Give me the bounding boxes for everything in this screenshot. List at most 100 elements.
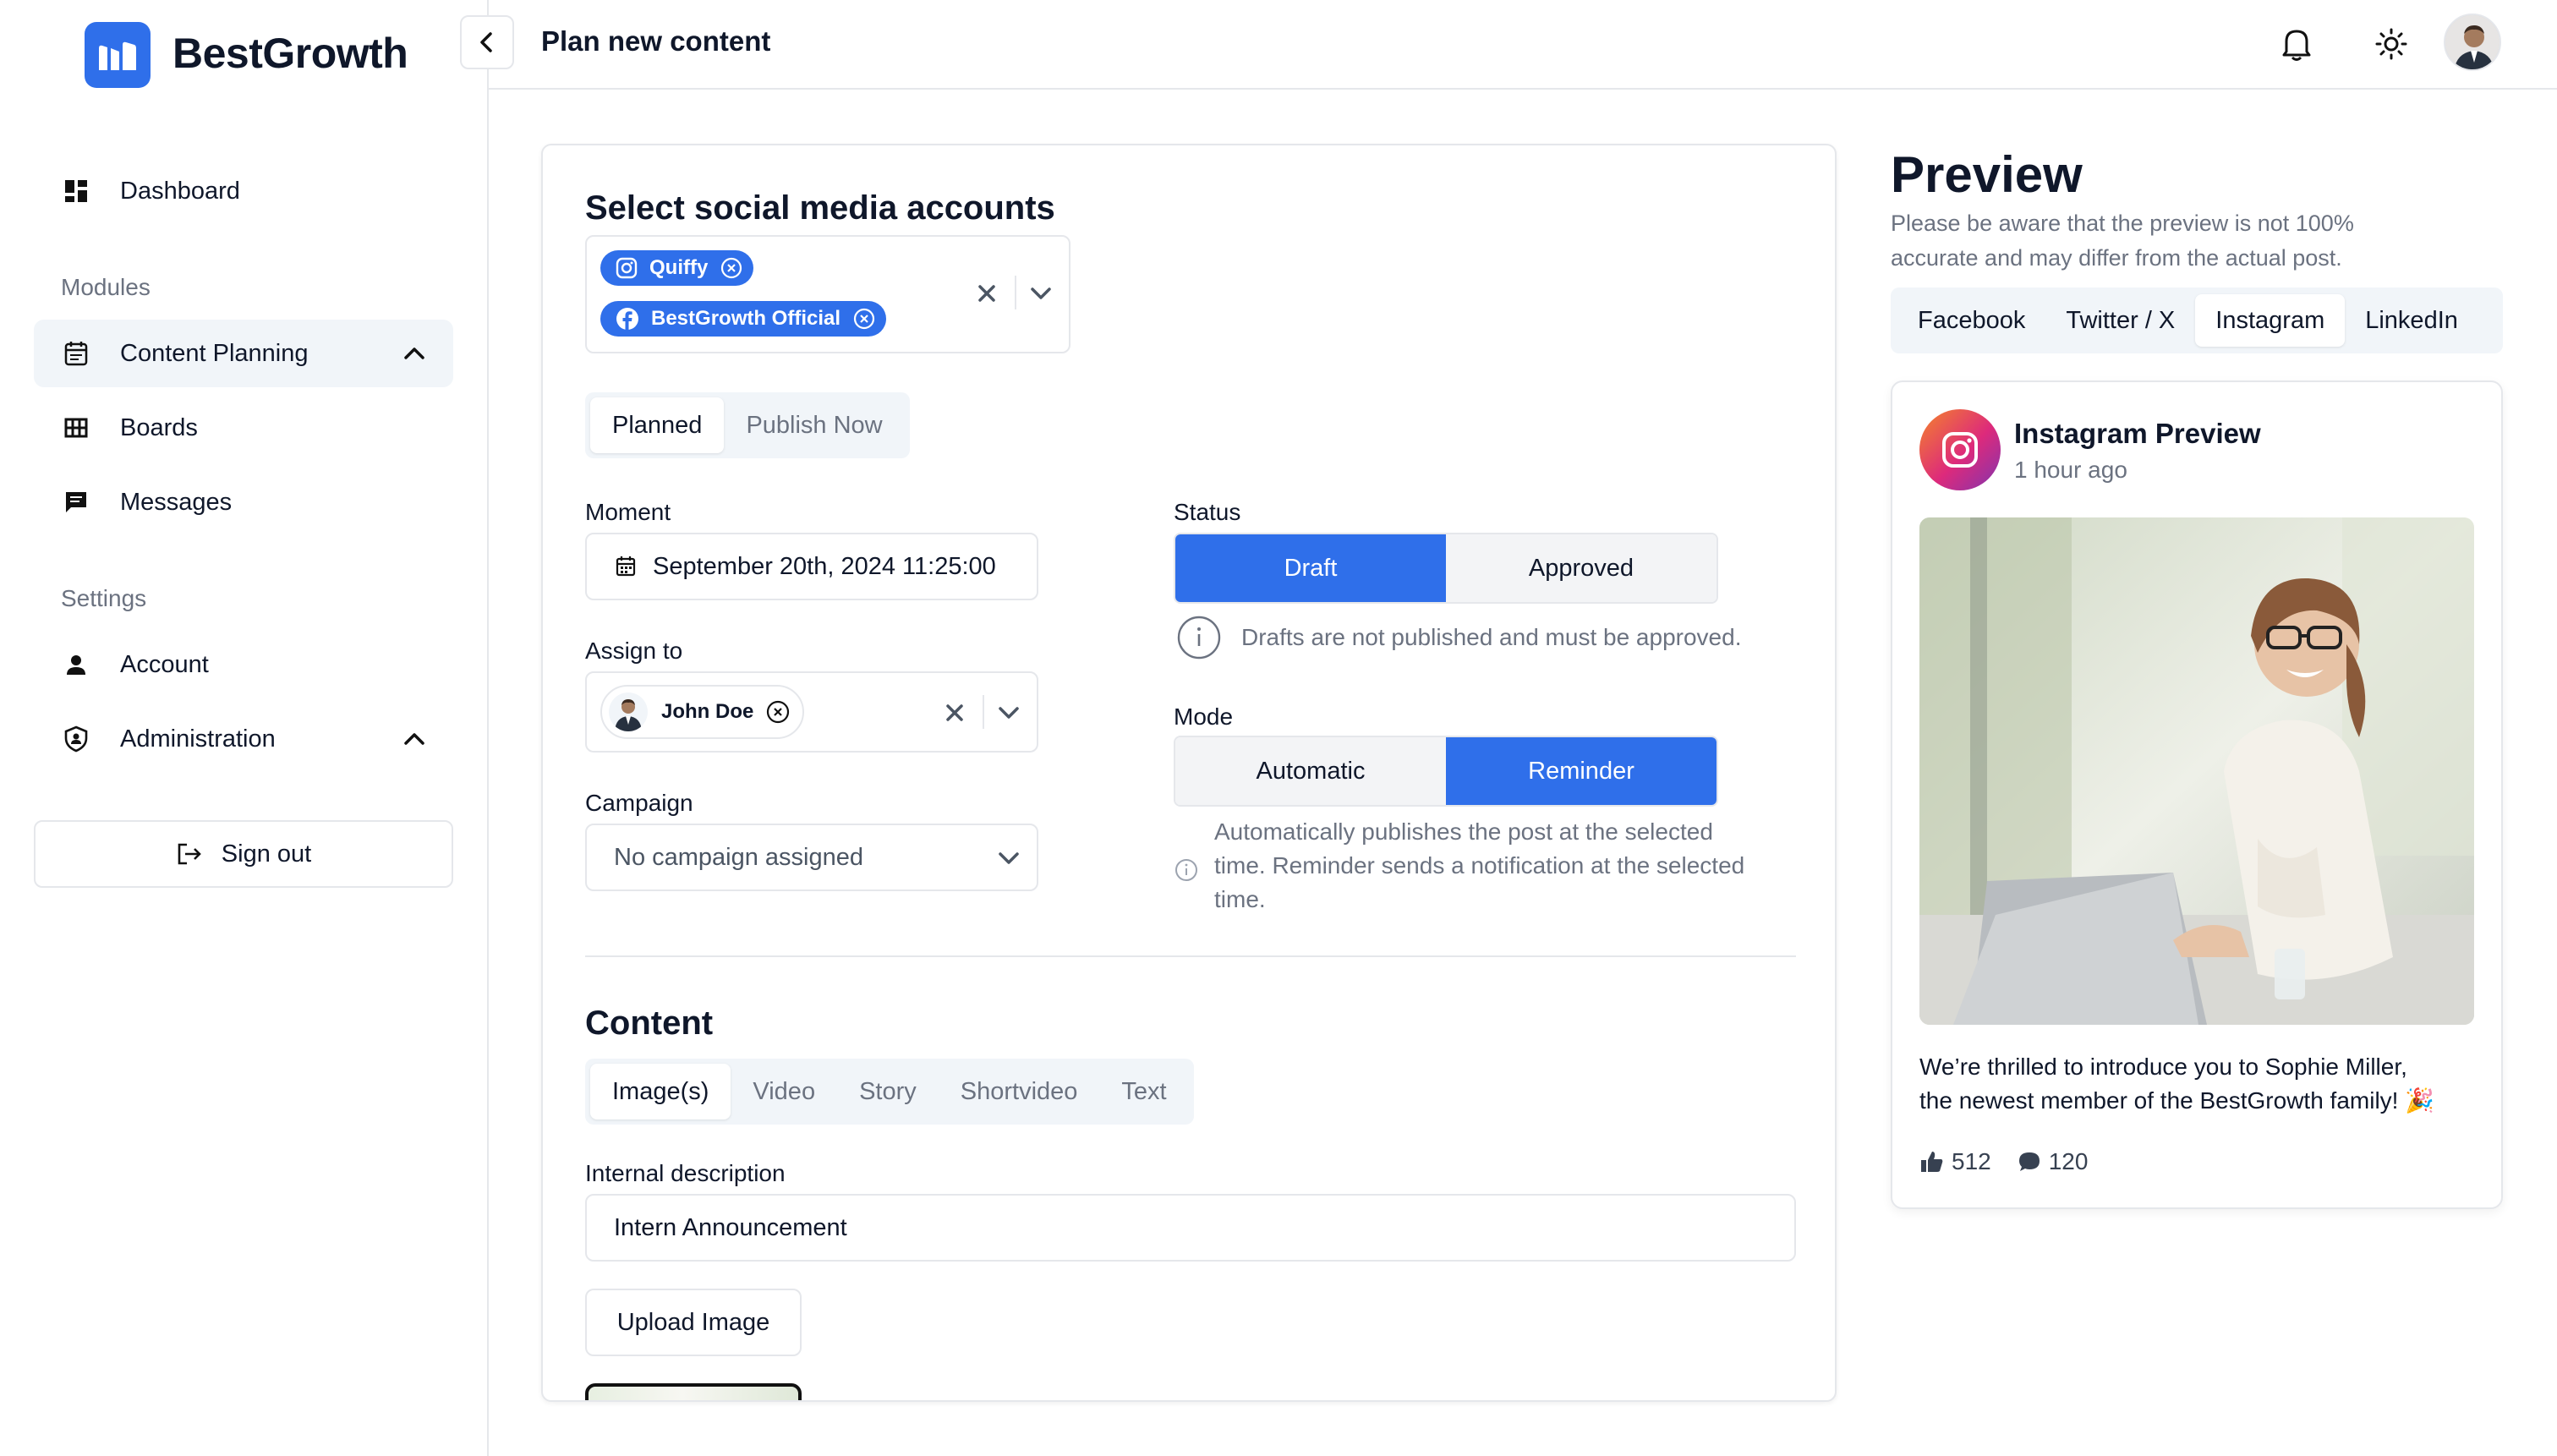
preview-note: Please be aware that the preview is not … — [1891, 206, 2449, 276]
comment-icon — [2017, 1149, 2042, 1174]
user-avatar[interactable] — [2444, 14, 2501, 71]
instagram-icon — [1919, 409, 2001, 490]
preview-card-title: Instagram Preview — [2014, 418, 2261, 449]
accounts-multiselect[interactable]: Quiffy BestGrowth Official — [585, 235, 1070, 353]
sidebar-item-label: Administration — [120, 725, 276, 753]
sign-out-label: Sign out — [221, 840, 312, 868]
assignee-select[interactable]: John Doe — [585, 671, 1038, 753]
preview-platform-tabs: Facebook Twitter / X Instagram LinkedIn — [1891, 287, 2503, 353]
divider — [983, 695, 984, 729]
sign-out-button[interactable]: Sign out — [34, 820, 453, 888]
campaign-label: Campaign — [585, 790, 693, 816]
likes-count: 512 — [1952, 1148, 1991, 1174]
chevron-up-icon[interactable] — [401, 340, 428, 367]
caption-line: We’re thrilled to introduce you to Sophi… — [1919, 1054, 2407, 1080]
status-hint-text: Drafts are not published and must be app… — [1241, 624, 1742, 650]
sidebar-item-label: Boards — [120, 413, 198, 441]
schedule-tabs: Planned Publish Now — [585, 392, 910, 458]
chip-label: BestGrowth Official — [651, 307, 841, 330]
upload-image-button[interactable]: Upload Image — [585, 1289, 802, 1356]
remove-chip-icon[interactable] — [720, 256, 743, 280]
tab-publish-now[interactable]: Publish Now — [724, 397, 904, 453]
mode-hint-line: time. — [1214, 886, 1266, 912]
internal-description-label: Internal description — [585, 1160, 786, 1186]
tab-shortvideo[interactable]: Shortvideo — [939, 1064, 1100, 1119]
mode-toggle: Automatic Reminder — [1174, 736, 1718, 807]
bell-icon — [2280, 26, 2313, 62]
content-form-card: Select social media accounts Quiffy Best… — [541, 144, 1837, 1402]
brand-logo-icon[interactable] — [85, 22, 151, 88]
chevron-up-icon[interactable] — [401, 725, 428, 753]
mode-option-automatic[interactable]: Automatic — [1175, 737, 1446, 805]
sidebar-item-boards[interactable]: Boards — [34, 394, 453, 462]
internal-description-input[interactable]: Intern Announcement — [585, 1194, 1796, 1262]
campaign-select[interactable]: No campaign assigned — [585, 824, 1038, 891]
info-icon — [1174, 857, 1199, 883]
mode-option-reminder[interactable]: Reminder — [1446, 737, 1717, 805]
sun-icon — [2374, 27, 2408, 61]
sidebar-item-messages[interactable]: Messages — [34, 468, 453, 536]
clear-selection-icon[interactable] — [974, 281, 999, 306]
assign-label: Assign to — [585, 638, 683, 664]
sidebar: BestGrowth Dashboard Modules Content Pla… — [0, 0, 489, 1456]
settings-section-label: Settings — [61, 585, 147, 611]
preview-title: Preview — [1891, 146, 2083, 203]
mode-hint-line: Automatically publishes the post at the … — [1214, 818, 1713, 845]
shield-icon — [61, 724, 91, 754]
account-chip-bestgrowth-official[interactable]: BestGrowth Official — [600, 301, 887, 337]
moment-label: Moment — [585, 499, 671, 525]
grid-icon — [61, 413, 91, 443]
chevron-left-icon — [475, 30, 499, 54]
sidebar-item-label: Dashboard — [120, 177, 240, 205]
sidebar-item-label: Content Planning — [120, 339, 309, 367]
tab-story[interactable]: Story — [837, 1064, 939, 1119]
notifications-button[interactable] — [2273, 20, 2320, 68]
caption-line: the newest member of the BestGrowth fami… — [1919, 1087, 2435, 1114]
remove-chip-icon[interactable] — [765, 699, 791, 725]
back-button[interactable] — [460, 15, 514, 69]
message-icon — [61, 487, 91, 517]
status-option-draft[interactable]: Draft — [1175, 534, 1446, 602]
remove-chip-icon[interactable] — [852, 307, 876, 331]
account-chip-quiffy[interactable]: Quiffy — [600, 250, 754, 286]
theme-toggle-button[interactable] — [2368, 20, 2415, 68]
mode-hint-text: Automatically publishes the post at the … — [1214, 815, 1744, 917]
upload-image-label: Upload Image — [616, 1308, 770, 1336]
assignee-chip[interactable]: John Doe — [600, 685, 805, 739]
brand-name: BestGrowth — [172, 30, 408, 77]
moment-picker[interactable]: September 20th, 2024 11:25:00 — [585, 533, 1038, 600]
content-type-tabs: Image(s) Video Story Shortvideo Text — [585, 1059, 1194, 1125]
tab-linkedin[interactable]: LinkedIn — [2345, 294, 2478, 347]
tab-video[interactable]: Video — [731, 1064, 837, 1119]
clear-selection-icon[interactable] — [942, 700, 967, 725]
tab-twitter-x[interactable]: Twitter / X — [2045, 294, 2195, 347]
sidebar-item-label: Messages — [120, 488, 233, 516]
content-title: Content — [585, 1004, 714, 1042]
status-option-approved[interactable]: Approved — [1446, 534, 1717, 602]
divider — [1015, 276, 1016, 309]
chip-label: Quiffy — [649, 256, 709, 279]
tab-facebook[interactable]: Facebook — [1897, 294, 2045, 347]
moment-value: September 20th, 2024 11:25:00 — [653, 552, 996, 580]
sidebar-item-administration[interactable]: Administration — [34, 705, 453, 773]
chevron-down-icon[interactable] — [1027, 279, 1055, 308]
tab-instagram[interactable]: Instagram — [2195, 294, 2346, 347]
sidebar-item-dashboard[interactable]: Dashboard — [34, 157, 453, 225]
status-hint: Drafts are not published and must be app… — [1177, 616, 1741, 660]
comments-count: 120 — [2048, 1148, 2089, 1174]
chevron-down-icon[interactable] — [994, 698, 1023, 727]
sidebar-item-content-planning[interactable]: Content Planning — [34, 320, 453, 387]
accounts-title: Select social media accounts — [585, 189, 1055, 227]
preview-card-time: 1 hour ago — [2014, 457, 2127, 483]
sidebar-item-label: Account — [120, 650, 209, 678]
dashboard-icon — [61, 176, 91, 206]
thumbs-up-icon — [1919, 1149, 1945, 1174]
sidebar-item-account[interactable]: Account — [34, 631, 453, 698]
tab-images[interactable]: Image(s) — [590, 1064, 731, 1119]
modules-section-label: Modules — [61, 274, 151, 300]
calendar-icon — [61, 338, 91, 369]
tab-text[interactable]: Text — [1099, 1064, 1188, 1119]
uploaded-image-thumbnail[interactable] — [585, 1383, 802, 1400]
tab-planned[interactable]: Planned — [590, 397, 725, 453]
facebook-icon — [616, 307, 639, 331]
